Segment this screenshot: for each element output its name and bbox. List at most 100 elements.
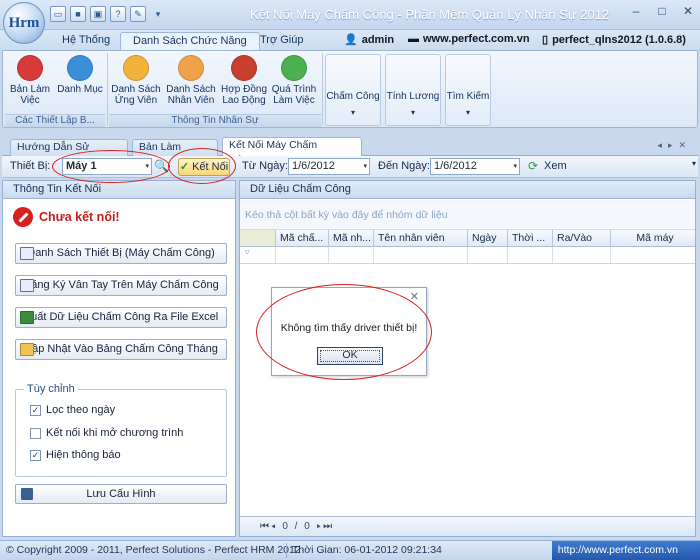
button-label: Cập Nhật Vào Bảng Chấm Công Tháng (24, 343, 218, 355)
checkbox-box[interactable] (30, 427, 41, 439)
tab-navigation[interactable]: ◂▸✕ (657, 140, 692, 151)
device-label: Thiết Bị: (10, 160, 51, 172)
button-label: Xuất Dữ Liệu Chấm Công Ra File Excel (23, 311, 219, 323)
ribbon-danh-sach-ung-vien[interactable]: Danh Sách Ứng Viên (111, 55, 161, 106)
timkiem-dropdown[interactable]: Tìm Kiếm ▾ (445, 54, 491, 126)
col-ma-nhan-vien[interactable]: Mã nh... (329, 230, 374, 246)
tab-he-thong[interactable]: Hệ Thống (50, 32, 122, 50)
ribbon-ban-lam-viec[interactable]: Bản Làm Việc (9, 55, 51, 106)
disconnected-icon (13, 207, 33, 227)
to-date-label: Đến Ngày: (378, 160, 430, 172)
pager-last-icon[interactable]: ⏭ (323, 521, 334, 532)
website-link[interactable]: http://www.perfect.com.vn (551, 541, 700, 560)
customize-qat-icon[interactable]: ▾ (150, 6, 166, 22)
grid-pager: ⏮◂ 0 / 0 ▸⏭ (240, 516, 695, 536)
ribbon-danh-muc[interactable]: Danh Mục (55, 55, 105, 95)
connect-on-start-checkbox[interactable]: Kết nối khi mở chương trình (30, 427, 183, 439)
username: admin (361, 33, 395, 46)
rbtn-label: Danh Sách (111, 84, 161, 95)
checkbox-label: Lọc theo ngày (46, 404, 116, 416)
dd-label: Tính Lương (386, 91, 440, 102)
website-info: ▬ www.perfect.com.vn (408, 33, 530, 45)
filter-cell[interactable] (374, 247, 468, 263)
pager-prev-icon[interactable]: ◂ (271, 521, 278, 532)
filter-cell[interactable] (468, 247, 508, 263)
ribbon-qua-trinh-lam-viec[interactable]: Quá Trình Làm Việc (269, 55, 319, 106)
search-icon[interactable]: 🔍 (154, 159, 169, 173)
checkbox-box[interactable]: ✓ (30, 449, 41, 461)
save-all-icon[interactable]: ▣ (90, 6, 106, 22)
connection-status: Chưa kết nối! (13, 207, 120, 227)
user-icon: 👤 (344, 34, 358, 46)
app-logo[interactable]: Hrm (3, 2, 45, 44)
tinhluong-dropdown[interactable]: Tính Lương ▾ (385, 54, 441, 126)
excel-icon (20, 311, 34, 324)
fingerprint-register-button[interactable]: Đăng Ký Vân Tay Trên Máy Chấm Công (15, 275, 227, 296)
close-icon[interactable]: ✕ (680, 4, 696, 18)
pager-first-icon[interactable]: ⏮ (260, 521, 271, 532)
filter-cell[interactable] (276, 247, 329, 263)
filter-cell[interactable] (611, 247, 695, 263)
col-ten-nhan-vien[interactable]: Tên nhân viên (374, 230, 468, 246)
options-group: Tùy chỉnh ✓ Lọc theo ngày Kết nối khi mở … (15, 383, 227, 477)
group-by-area[interactable]: Kéo thả cột bất kỳ vào đây để nhóm dữ li… (240, 200, 695, 230)
chevron-down-icon: ▾ (350, 108, 355, 117)
catalog-icon (67, 55, 93, 81)
update-timesheet-button[interactable]: Cập Nhật Vào Bảng Chấm Công Tháng (15, 339, 227, 360)
filter-cell[interactable] (553, 247, 611, 263)
new-doc-icon[interactable]: ▭ (50, 6, 66, 22)
col-ma-cham-cong[interactable]: Mã chấ... (276, 230, 329, 246)
checkbox-label: Kết nối khi mở chương trình (46, 427, 184, 439)
doctab-ban-lam-viec[interactable]: Bản Làm Việc✕ (132, 139, 218, 168)
save-config-button[interactable]: Lưu Cấu Hình (15, 484, 227, 504)
doctab-ket-noi[interactable]: Kết Nối Máy Chấm Công✕ (222, 137, 362, 166)
col-ra-vao[interactable]: Ra/Vào (553, 230, 611, 246)
rbtn-label: Hợp Đồng (220, 84, 268, 95)
window-controls: – □ ✕ (628, 4, 696, 18)
rbtn-label: Bản Làm (9, 84, 51, 95)
device-list-button[interactable]: Danh Sách Thiết Bị (Máy Chấm Công) (15, 243, 227, 264)
close-icon[interactable]: ✕ (410, 290, 419, 303)
doctab-huong-dan[interactable]: Hướng Dẫn Sử Dụng✕ (10, 139, 128, 168)
tab-danh-sach-chuc-nang[interactable]: Danh Sách Chức Năng (120, 32, 260, 50)
connection-info-panel: Thông Tin Kết Nối Chưa kết nối! Danh Sác… (2, 180, 236, 537)
chamcong-dropdown[interactable]: Chấm Công ▾ (325, 54, 381, 126)
edit-icon[interactable]: ✎ (130, 6, 146, 22)
rbtn-label: Danh Sách (166, 84, 216, 95)
ok-button[interactable]: OK (317, 347, 383, 365)
ribbon-hop-dong-lao-dong[interactable]: Hợp Đồng Lao Động (219, 55, 269, 106)
checkbox-box[interactable]: ✓ (30, 404, 41, 416)
device-select[interactable]: Máy 1 ▾ (62, 158, 152, 175)
tab-tro-giup[interactable]: Trợ Giúp (248, 32, 315, 50)
work-history-icon (281, 55, 307, 81)
save-icon[interactable]: ■ (70, 6, 86, 22)
show-notification-checkbox[interactable]: ✓ Hiện thông báo (30, 449, 121, 461)
dialog-message: Không tìm thấy driver thiết bị! (280, 322, 418, 334)
filter-by-date-checkbox[interactable]: ✓ Lọc theo ngày (30, 404, 115, 416)
col-ngay[interactable]: Ngày (468, 230, 508, 246)
refresh-icon[interactable]: ⟳ (528, 159, 538, 173)
ribbon-danh-sach-nhan-vien[interactable]: Danh Sách Nhân Viên (165, 55, 217, 106)
maximize-icon[interactable]: □ (654, 4, 670, 18)
button-label: Đăng Ký Vân Tay Trên Máy Chấm Công (23, 279, 219, 291)
connect-button[interactable]: ✓ Kết Nối (178, 158, 230, 176)
rbtn-label: Làm Việc (273, 95, 315, 106)
help-icon[interactable]: ? (110, 6, 126, 22)
col-thoi-gian[interactable]: Thời ... (508, 230, 553, 246)
export-excel-button[interactable]: Xuất Dữ Liệu Chấm Công Ra File Excel (15, 307, 227, 328)
col-ma-may[interactable]: Mã máy (611, 230, 695, 246)
quick-access-toolbar: ▭ ■ ▣ ? ✎ ▾ (50, 6, 166, 24)
rbtn-label: Việc (20, 95, 40, 106)
filter-cell[interactable] (329, 247, 374, 263)
panel-title: Thông Tin Kết Nối (3, 181, 235, 199)
to-date-input[interactable]: 1/6/2012 ▾ (430, 158, 520, 175)
rbtn-label: Quá Trình (271, 84, 317, 95)
minimize-icon[interactable]: – (628, 4, 644, 18)
filter-cell[interactable] (508, 247, 553, 263)
from-date-input[interactable]: 1/6/2012 ▾ (288, 158, 370, 175)
database-info: ▯ perfect_qlns2012 (1.0.6.8) (542, 33, 686, 47)
rbtn-label: Lao Động (222, 95, 266, 106)
ribbon-tabs: Hệ Thống Danh Sách Chức Năng Trợ Giúp 👤 a… (0, 30, 700, 50)
view-button[interactable]: Xem (544, 160, 567, 172)
toolbar-overflow-icon[interactable]: ▾ (692, 159, 696, 168)
